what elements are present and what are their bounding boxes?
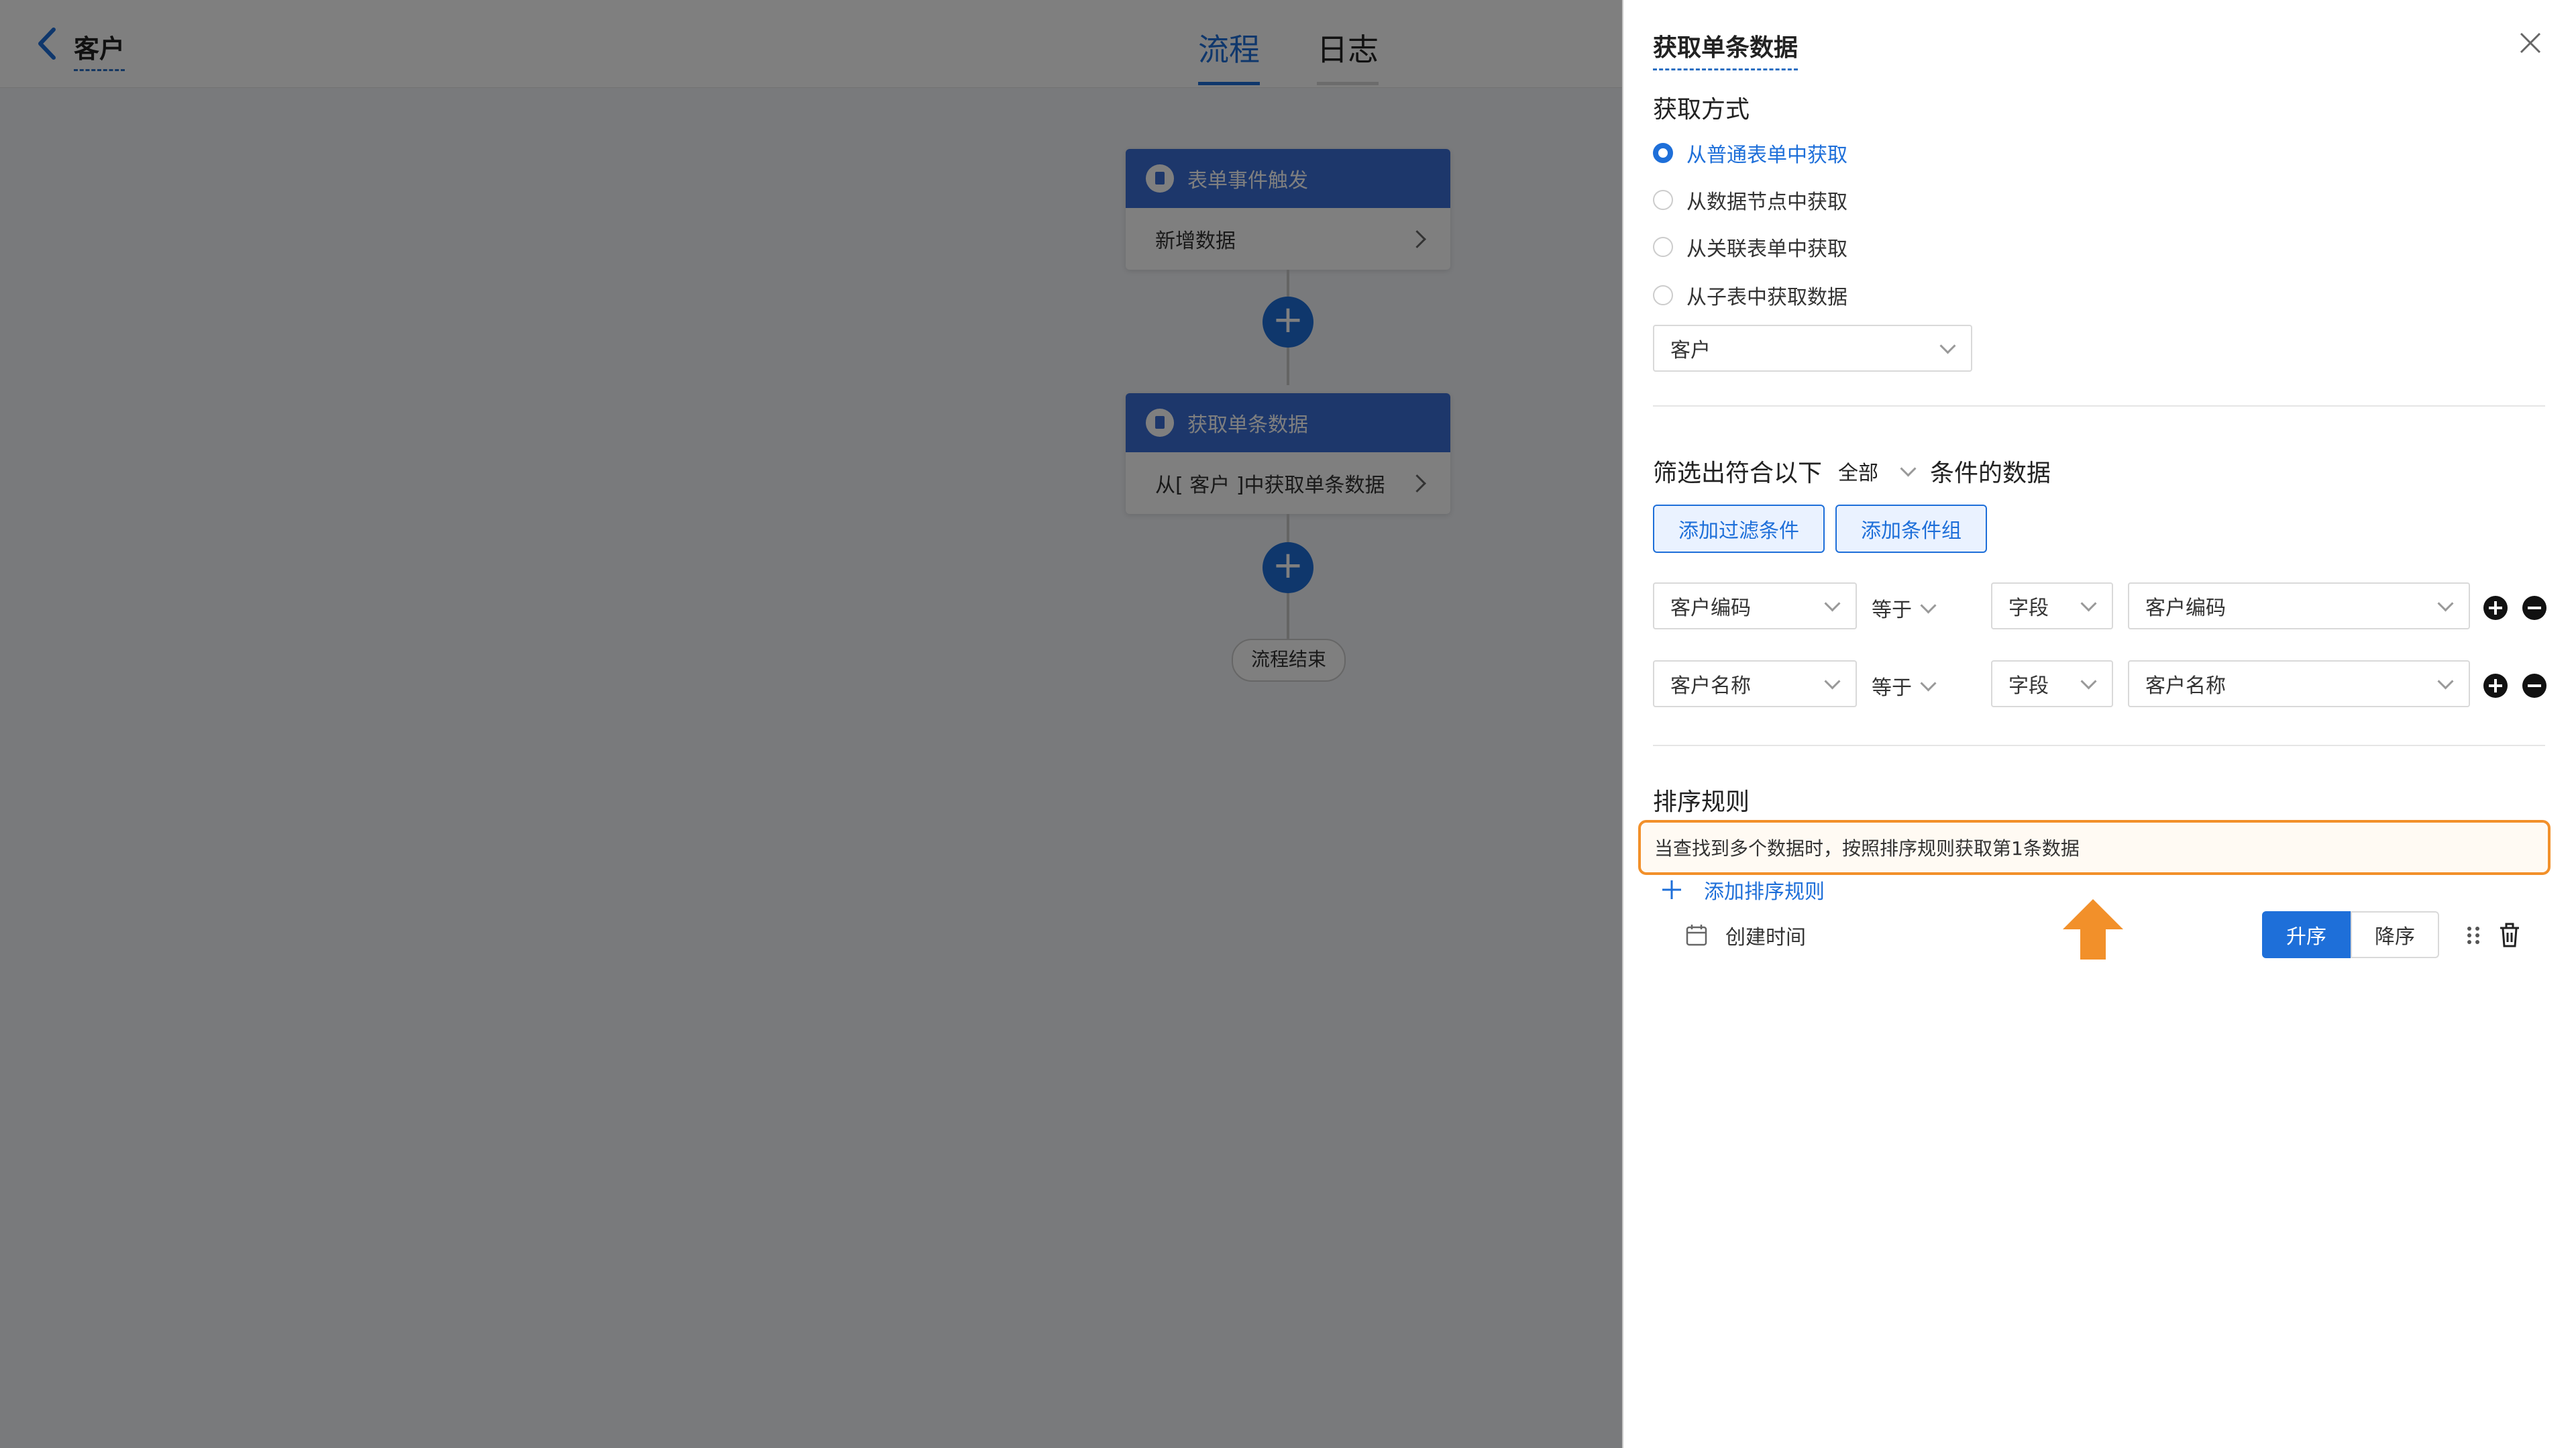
filter-scope-select[interactable]: 全部 bbox=[1838, 456, 1917, 486]
remove-condition-icon[interactable] bbox=[2522, 596, 2546, 620]
close-icon[interactable] bbox=[2517, 30, 2544, 56]
condition-field-select[interactable]: 客户名称 bbox=[1653, 660, 1857, 707]
condition-value-select[interactable]: 客户名称 bbox=[2128, 660, 2470, 707]
sort-rules-label: 排序规则 bbox=[1653, 788, 1750, 816]
condition-operator[interactable]: 等于 bbox=[1872, 671, 1937, 701]
remove-condition-icon[interactable] bbox=[2522, 674, 2546, 698]
condition-value-select[interactable]: 客户编码 bbox=[2128, 582, 2470, 629]
add-filter-button[interactable]: 添加过滤条件 bbox=[1653, 505, 1825, 553]
chevron-down-icon bbox=[1824, 672, 1841, 690]
plus-icon bbox=[1662, 880, 1681, 899]
get-method-label: 获取方式 bbox=[1653, 96, 1750, 123]
chevron-down-icon bbox=[1900, 460, 1917, 477]
divider bbox=[1653, 405, 2545, 407]
sort-field: 创建时间 bbox=[1725, 926, 1806, 949]
trash-icon[interactable] bbox=[2498, 922, 2521, 949]
radio-linked-form[interactable]: 从关联表单中获取 bbox=[1653, 232, 1847, 262]
chevron-down-icon bbox=[2080, 594, 2097, 612]
filter-row: 筛选出符合以下 全部 条件的数据 bbox=[1653, 454, 2051, 488]
arrow-up-icon bbox=[2063, 899, 2123, 960]
radio-normal-form[interactable]: 从普通表单中获取 bbox=[1653, 138, 1847, 168]
chevron-down-icon bbox=[2080, 672, 2097, 690]
condition-operator[interactable]: 等于 bbox=[1872, 593, 1937, 623]
chevron-down-icon bbox=[1920, 674, 1937, 692]
sort-hint: 当查找到多个数据时，按照排序规则获取第1条数据 bbox=[1638, 820, 2551, 875]
chevron-down-icon bbox=[1824, 594, 1841, 612]
drag-handle-icon[interactable] bbox=[2465, 923, 2482, 947]
radio-data-node[interactable]: 从数据节点中获取 bbox=[1653, 185, 1847, 215]
calendar-icon bbox=[1686, 925, 1707, 946]
add-group-button[interactable]: 添加条件组 bbox=[1835, 505, 1987, 553]
add-condition-icon[interactable] bbox=[2483, 596, 2508, 620]
divider bbox=[1653, 745, 2545, 746]
form-select[interactable]: 客户 bbox=[1653, 325, 1972, 372]
sort-desc-button[interactable]: 降序 bbox=[2351, 911, 2439, 958]
chevron-down-icon bbox=[1920, 597, 1937, 614]
add-sort-rule-button[interactable]: 添加排序规则 bbox=[1660, 875, 1825, 904]
add-condition-icon[interactable] bbox=[2483, 674, 2508, 698]
settings-drawer: 获取单条数据 获取方式 从普通表单中获取 从数据节点中获取 从关联表单中获取 从… bbox=[1622, 0, 2576, 1448]
drawer-title: 获取单条数据 bbox=[1653, 28, 1799, 70]
chevron-down-icon bbox=[1939, 337, 1956, 354]
sort-rule-row: 创建时间 bbox=[1685, 921, 1806, 950]
chevron-down-icon bbox=[2437, 594, 2454, 612]
radio-subtable[interactable]: 从子表中获取数据 bbox=[1653, 280, 1847, 310]
value-type-select[interactable]: 字段 bbox=[1991, 660, 2113, 707]
value-type-select[interactable]: 字段 bbox=[1991, 582, 2113, 629]
modal-overlay[interactable] bbox=[0, 0, 1622, 1448]
chevron-down-icon bbox=[2437, 672, 2454, 690]
condition-field-select[interactable]: 客户编码 bbox=[1653, 582, 1857, 629]
sort-asc-button[interactable]: 升序 bbox=[2262, 911, 2351, 958]
